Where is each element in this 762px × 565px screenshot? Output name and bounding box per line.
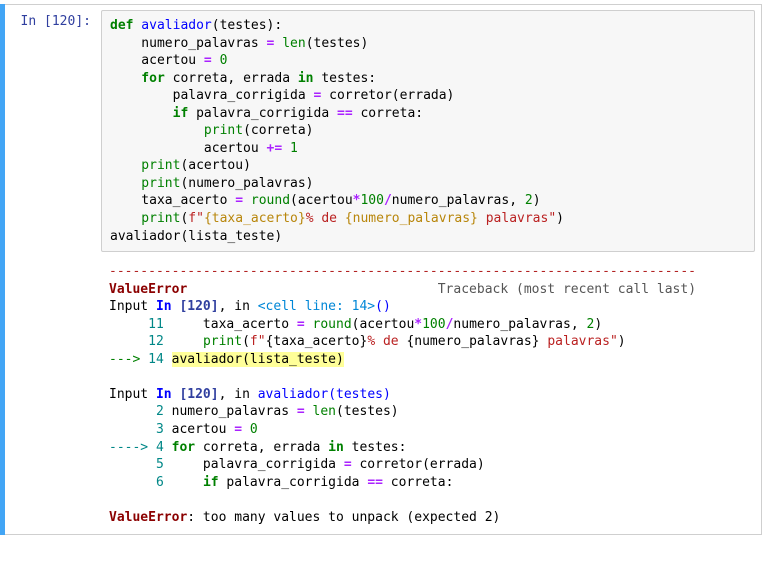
input-prompt: In [120]: [5, 10, 101, 252]
input-area: In [120]: def avaliador(testes): numero_… [5, 5, 761, 257]
code-editor[interactable]: def avaliador(testes): numero_palavras =… [101, 10, 755, 252]
output-area: ----------------------------------------… [5, 257, 761, 534]
notebook: In [120]: def avaliador(testes): numero_… [0, 0, 762, 565]
highlight-line: avaliador(lista_teste) [172, 352, 344, 367]
traceback-arrow: ----> [109, 440, 156, 455]
traceback-separator: ----------------------------------------… [109, 264, 696, 279]
error-name: ValueError [109, 282, 187, 297]
prompt-label: In [120]: [21, 14, 91, 29]
error-name-final: ValueError [109, 510, 187, 525]
code-cell: In [120]: def avaliador(testes): numero_… [0, 4, 762, 535]
traceback-arrow: ---> [109, 352, 148, 367]
